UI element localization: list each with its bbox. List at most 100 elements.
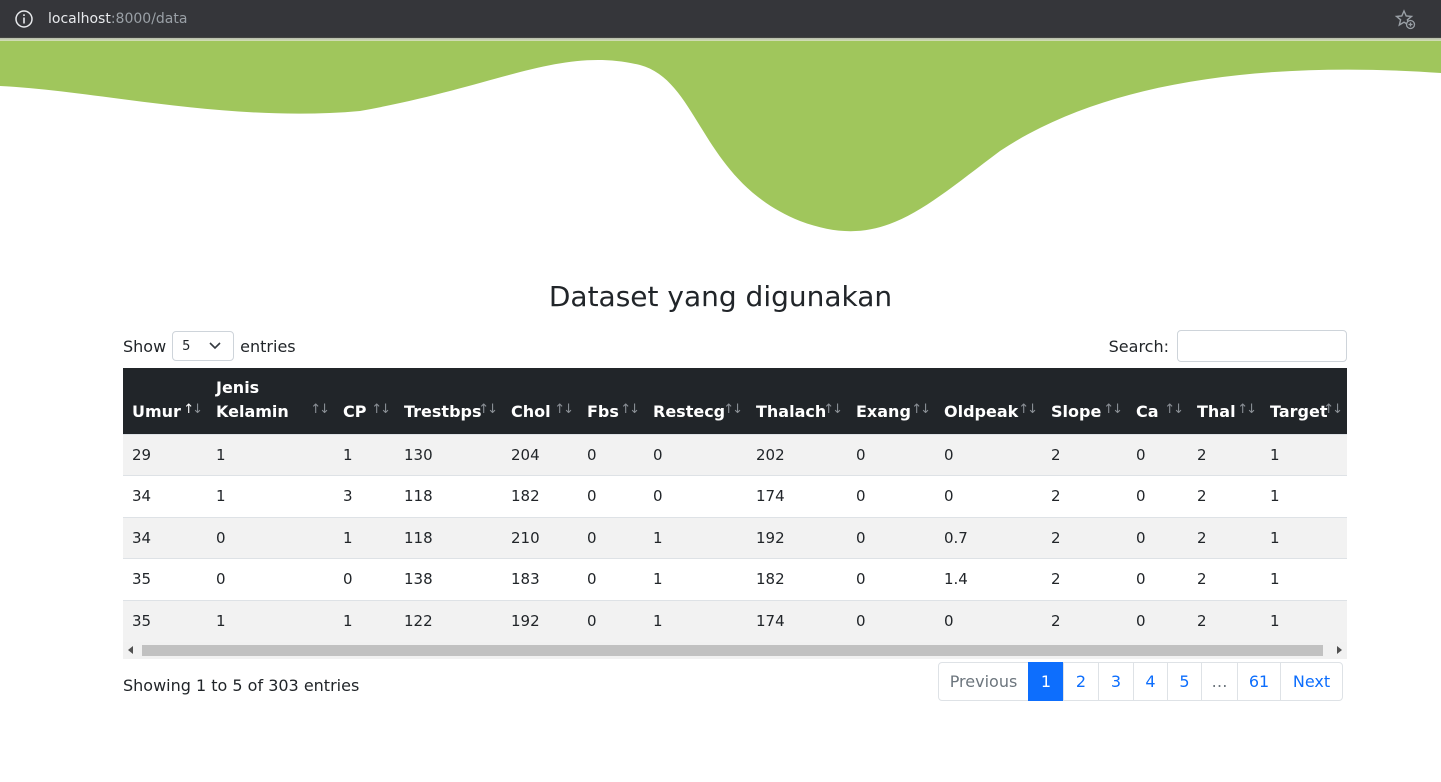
show-label: Show xyxy=(123,336,167,356)
table-cell: 0 xyxy=(847,433,935,476)
scrollbar-thumb[interactable] xyxy=(142,645,1323,656)
table-cell: 2 xyxy=(1188,599,1261,642)
entries-label: entries xyxy=(240,336,296,356)
column-header-label: Restecg xyxy=(653,401,726,421)
column-header-ca[interactable]: Ca ↑↓ xyxy=(1127,368,1188,434)
column-header-label: Oldpeak xyxy=(944,401,1019,421)
info-icon[interactable] xyxy=(14,9,34,29)
table-cell: 0 xyxy=(935,475,1042,517)
page-button-1[interactable]: 1 xyxy=(1028,662,1064,701)
column-header-jenis-kelamin[interactable]: Jenis Kelamin ↑↓ xyxy=(207,368,334,434)
table-cell: 0 xyxy=(578,433,644,476)
table-cell: 2 xyxy=(1188,475,1261,517)
table-cell: 0 xyxy=(847,475,935,517)
table-cell: 0 xyxy=(644,475,747,517)
table-cell: 29 xyxy=(123,433,207,476)
page-button-2[interactable]: 2 xyxy=(1063,662,1099,701)
table-cell: 2 xyxy=(1042,475,1127,517)
table-cell: 1 xyxy=(207,433,334,476)
table-cell: 138 xyxy=(395,558,502,600)
column-header-label: CP xyxy=(343,401,367,421)
table-cell: 0 xyxy=(207,558,334,600)
page-button-3[interactable]: 3 xyxy=(1098,662,1134,701)
table-row: 34 1 3 118 182 0 0 174 0 0 2 0 2 1 xyxy=(123,475,1347,517)
table-cell: 3 xyxy=(334,475,395,517)
previous-button[interactable]: Previous xyxy=(938,662,1029,701)
table-cell: 2 xyxy=(1188,558,1261,600)
column-header-label: Trestbps xyxy=(404,401,482,421)
table-cell: 0 xyxy=(644,433,747,476)
url-host: localhost xyxy=(48,11,111,27)
horizontal-scrollbar[interactable] xyxy=(123,642,1347,659)
column-header-exang[interactable]: Exang ↑↓ xyxy=(847,368,935,434)
table-cell: 1 xyxy=(644,599,747,642)
next-button[interactable]: Next xyxy=(1280,662,1343,701)
scroll-left-arrow-icon[interactable] xyxy=(128,646,133,654)
sort-icon: ↑↓ xyxy=(911,401,931,417)
table-cell: 0 xyxy=(578,599,644,642)
column-header-label: Thalach xyxy=(756,401,827,421)
table-cell: 1 xyxy=(1261,516,1347,559)
sort-icon: ↑↓ xyxy=(554,401,574,417)
column-header-label: Fbs xyxy=(587,401,619,421)
sort-icon: ↑↓ xyxy=(478,401,498,417)
table-row: 34 0 1 118 210 0 1 192 0 0.7 2 0 2 1 xyxy=(123,516,1347,559)
table-cell: 1.4 xyxy=(935,558,1042,600)
table-cell: 0.7 xyxy=(935,516,1042,559)
table-cell: 1 xyxy=(1261,475,1347,517)
column-header-chol[interactable]: Chol ↑↓ xyxy=(502,368,578,434)
table-cell: 1 xyxy=(207,599,334,642)
sort-icon: ↑↓ xyxy=(1237,401,1257,417)
table-cell: 1 xyxy=(207,475,334,517)
table-cell: 182 xyxy=(502,475,578,517)
table-row: 35 0 0 138 183 0 1 182 0 1.4 2 0 2 1 xyxy=(123,558,1347,600)
table-cell: 0 xyxy=(1127,558,1188,600)
table-cell: 0 xyxy=(847,599,935,642)
page-button-4[interactable]: 4 xyxy=(1133,662,1168,701)
column-header-thalach[interactable]: Thalach ↑↓ xyxy=(747,368,847,434)
bookmark-star-icon[interactable] xyxy=(1394,8,1416,30)
search-input[interactable] xyxy=(1177,330,1347,362)
table-cell: 2 xyxy=(1042,599,1127,642)
column-header-thal[interactable]: Thal ↑↓ xyxy=(1188,368,1261,434)
column-header-slope[interactable]: Slope ↑↓ xyxy=(1042,368,1127,434)
table-cell: 0 xyxy=(578,558,644,600)
table-info: Showing 1 to 5 of 303 entries xyxy=(123,676,360,695)
table-cell: 1 xyxy=(1261,599,1347,642)
column-header-umur[interactable]: Umur ↑↓ xyxy=(123,368,207,434)
table-cell: 182 xyxy=(747,558,847,600)
sort-icon: ↑↓ xyxy=(723,401,743,417)
column-header-oldpeak[interactable]: Oldpeak ↑↓ xyxy=(935,368,1042,434)
column-header-target[interactable]: Target ↑↓ xyxy=(1261,368,1347,434)
table-cell: 2 xyxy=(1188,433,1261,476)
data-table-container: Umur ↑↓ Jenis Kelamin ↑↓ CP ↑↓ Trestbps ↑↓ Chol ↑… xyxy=(123,368,1347,660)
table-cell: 1 xyxy=(334,433,395,476)
page-button-61[interactable]: 61 xyxy=(1237,662,1281,701)
table-header-row: Umur ↑↓ Jenis Kelamin ↑↓ CP ↑↓ Trestbps ↑↓ Chol ↑… xyxy=(123,368,1347,434)
browser-address-bar: localhost:8000/data xyxy=(0,0,1441,38)
pagination-ellipsis[interactable]: … xyxy=(1201,662,1238,701)
column-header-cp[interactable]: CP ↑↓ xyxy=(334,368,395,434)
url-field[interactable]: localhost:8000/data xyxy=(48,10,187,28)
table-cell: 0 xyxy=(578,516,644,559)
page-button-5[interactable]: 5 xyxy=(1167,662,1202,701)
table-cell: 118 xyxy=(395,475,502,517)
table-body: 29 1 1 130 204 0 0 202 0 0 2 0 2 1 34 1 3 118 182 0 0 174 0 0 2 0… xyxy=(123,433,1347,642)
column-header-restecg[interactable]: Restecg ↑↓ xyxy=(644,368,747,434)
entries-select[interactable]: 5 xyxy=(172,331,235,361)
table-cell: 1 xyxy=(1261,558,1347,600)
table-cell: 210 xyxy=(502,516,578,559)
column-header-trestbps[interactable]: Trestbps ↑↓ xyxy=(395,368,502,434)
column-header-fbs[interactable]: Fbs ↑↓ xyxy=(578,368,644,434)
table-cell: 1 xyxy=(644,558,747,600)
sort-icon: ↑↓ xyxy=(1103,401,1123,417)
sort-icon: ↑↓ xyxy=(823,401,843,417)
table-cell: 0 xyxy=(334,558,395,600)
table-cell: 2 xyxy=(1042,558,1127,600)
table-cell: 2 xyxy=(1042,433,1127,476)
scroll-right-arrow-icon[interactable] xyxy=(1337,646,1342,654)
table-cell: 192 xyxy=(502,599,578,642)
column-header-label: Target xyxy=(1270,401,1328,421)
sort-icon: ↑↓ xyxy=(1323,401,1343,417)
table-cell: 122 xyxy=(395,599,502,642)
